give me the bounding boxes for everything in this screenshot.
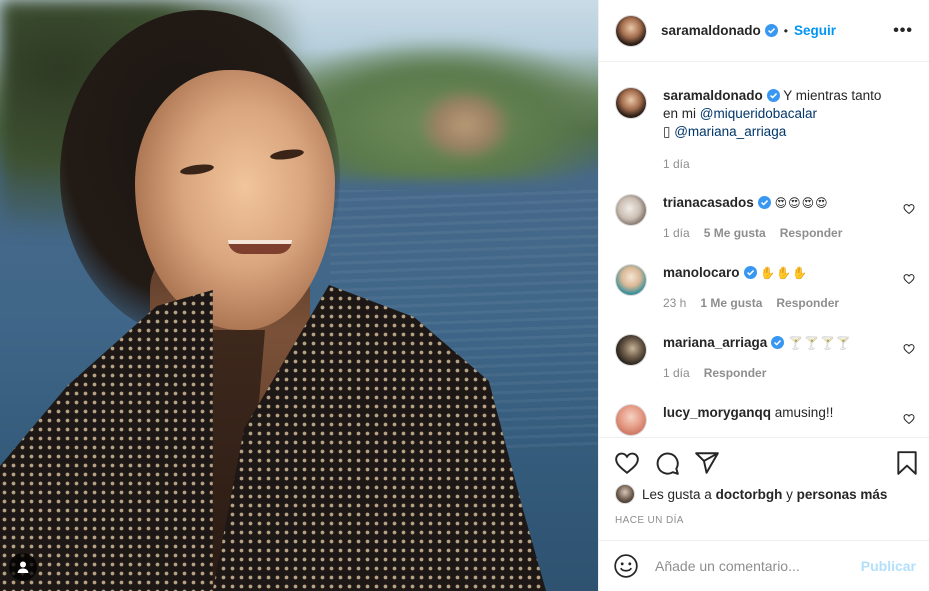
comment-time[interactable]: 1 día bbox=[663, 366, 690, 380]
caption-time[interactable]: 1 día bbox=[663, 157, 690, 171]
comment-time[interactable]: 1 día bbox=[663, 226, 690, 240]
publish-button[interactable]: Publicar bbox=[861, 558, 916, 574]
photo-smile bbox=[228, 240, 292, 254]
comment-body: 😍😍😍😍 bbox=[774, 196, 829, 210]
liker-avatar[interactable] bbox=[615, 484, 635, 504]
share-send-icon[interactable] bbox=[694, 450, 720, 476]
comment-body: 🍸🍸🍸🍸 bbox=[788, 336, 852, 350]
caption-text: saramaldonado Y mientras tanto en mi @mi… bbox=[663, 87, 893, 141]
comment-body: amusing!! bbox=[774, 405, 834, 420]
comment-text: manolocaro ✋✋✋ bbox=[663, 264, 893, 282]
verified-badge-icon bbox=[771, 336, 785, 349]
comment-text: lucy_moryganqq amusing!! bbox=[663, 404, 893, 422]
tagged-users-button[interactable] bbox=[9, 553, 37, 581]
comment-reply-button[interactable]: Responder bbox=[704, 366, 767, 380]
comment-username[interactable]: trianacasados bbox=[663, 195, 754, 210]
photo-hut bbox=[420, 90, 510, 160]
comment-meta: 1 día 5 Me gusta Responder bbox=[663, 226, 842, 240]
comment-row: mariana_arriaga 🍸🍸🍸🍸 1 día Responder bbox=[615, 334, 915, 394]
caption-username[interactable]: saramaldonado bbox=[663, 88, 763, 103]
comment-username[interactable]: manolocaro bbox=[663, 265, 740, 280]
comment-like-heart-icon[interactable] bbox=[903, 273, 915, 285]
comment-body: ✋✋✋ bbox=[760, 266, 809, 280]
commenter-avatar[interactable] bbox=[615, 194, 647, 226]
comment-time[interactable]: 23 h bbox=[663, 296, 686, 310]
verified-badge-icon bbox=[764, 24, 778, 37]
comment-reply-button[interactable]: Responder bbox=[776, 296, 839, 310]
likes-user-link[interactable]: doctorbgh bbox=[716, 487, 783, 502]
comment-like-heart-icon[interactable] bbox=[903, 343, 915, 355]
post-timestamp[interactable]: HACE UN DÍA bbox=[615, 515, 684, 526]
comment-text: mariana_arriaga 🍸🍸🍸🍸 bbox=[663, 334, 893, 352]
verified-badge-icon bbox=[757, 196, 771, 209]
commenter-avatar[interactable] bbox=[615, 264, 647, 296]
caption-meta: 1 día bbox=[663, 157, 690, 171]
comment-reply-button[interactable]: Responder bbox=[780, 226, 843, 240]
likes-summary: Les gusta a doctorbgh y personas más bbox=[615, 484, 887, 504]
caption-mention-bacalar[interactable]: @miqueridobacalar bbox=[700, 106, 817, 121]
author-avatar[interactable] bbox=[615, 87, 647, 119]
comment-row: trianacasados 😍😍😍😍 1 día 5 Me gusta Resp… bbox=[615, 194, 915, 254]
comment-text: trianacasados 😍😍😍😍 bbox=[663, 194, 893, 212]
post-photo[interactable] bbox=[0, 0, 598, 591]
comment-meta: 23 h 1 Me gusta Responder bbox=[663, 296, 839, 310]
comment-like-heart-icon[interactable] bbox=[903, 203, 915, 215]
header-separator: • bbox=[783, 23, 788, 38]
follow-button[interactable]: Seguir bbox=[794, 23, 836, 38]
author-username[interactable]: saramaldonado bbox=[661, 23, 761, 38]
comment-username[interactable]: mariana_arriaga bbox=[663, 335, 767, 350]
caption-mention-arriaga[interactable]: @mariana_arriaga bbox=[674, 124, 786, 139]
commenter-avatar[interactable] bbox=[615, 334, 647, 366]
comment-bubble-icon[interactable] bbox=[654, 450, 680, 476]
post-action-bar bbox=[599, 437, 929, 489]
post-header: saramaldonado • Seguir ••• bbox=[599, 0, 929, 62]
comment-composer: Publicar bbox=[599, 540, 929, 591]
comment-like-heart-icon[interactable] bbox=[903, 413, 915, 425]
comment-likes[interactable]: 1 Me gusta bbox=[700, 296, 762, 310]
likes-prefix: Les gusta a bbox=[642, 486, 712, 502]
post-side-panel: saramaldonado • Seguir ••• saramaldonado… bbox=[598, 0, 929, 591]
comment-username[interactable]: lucy_moryganqq bbox=[663, 405, 771, 420]
comment-row: manolocaro ✋✋✋ 23 h 1 Me gusta Responder bbox=[615, 264, 915, 324]
verified-badge-icon bbox=[743, 266, 757, 279]
like-heart-icon[interactable] bbox=[614, 450, 640, 476]
caption-glyph: ▯ bbox=[663, 124, 671, 139]
comment-input[interactable] bbox=[655, 558, 855, 574]
likes-others-link[interactable]: personas más bbox=[797, 487, 888, 502]
comment-meta: 1 día Responder bbox=[663, 366, 766, 380]
more-options-button[interactable]: ••• bbox=[893, 22, 913, 40]
caption-row: saramaldonado Y mientras tanto en mi @mi… bbox=[615, 87, 915, 177]
comment-likes[interactable]: 5 Me gusta bbox=[704, 226, 766, 240]
verified-badge-icon bbox=[766, 89, 780, 102]
comments-list[interactable]: saramaldonado Y mientras tanto en mi @mi… bbox=[599, 63, 929, 436]
comment-row: lucy_moryganqq amusing!! bbox=[615, 404, 915, 436]
save-bookmark-icon[interactable] bbox=[894, 450, 920, 476]
user-icon bbox=[17, 561, 29, 573]
author-avatar[interactable] bbox=[615, 14, 647, 47]
likes-joiner: y bbox=[786, 486, 793, 502]
emoji-smiley-icon[interactable] bbox=[613, 553, 639, 579]
commenter-avatar[interactable] bbox=[615, 404, 647, 436]
